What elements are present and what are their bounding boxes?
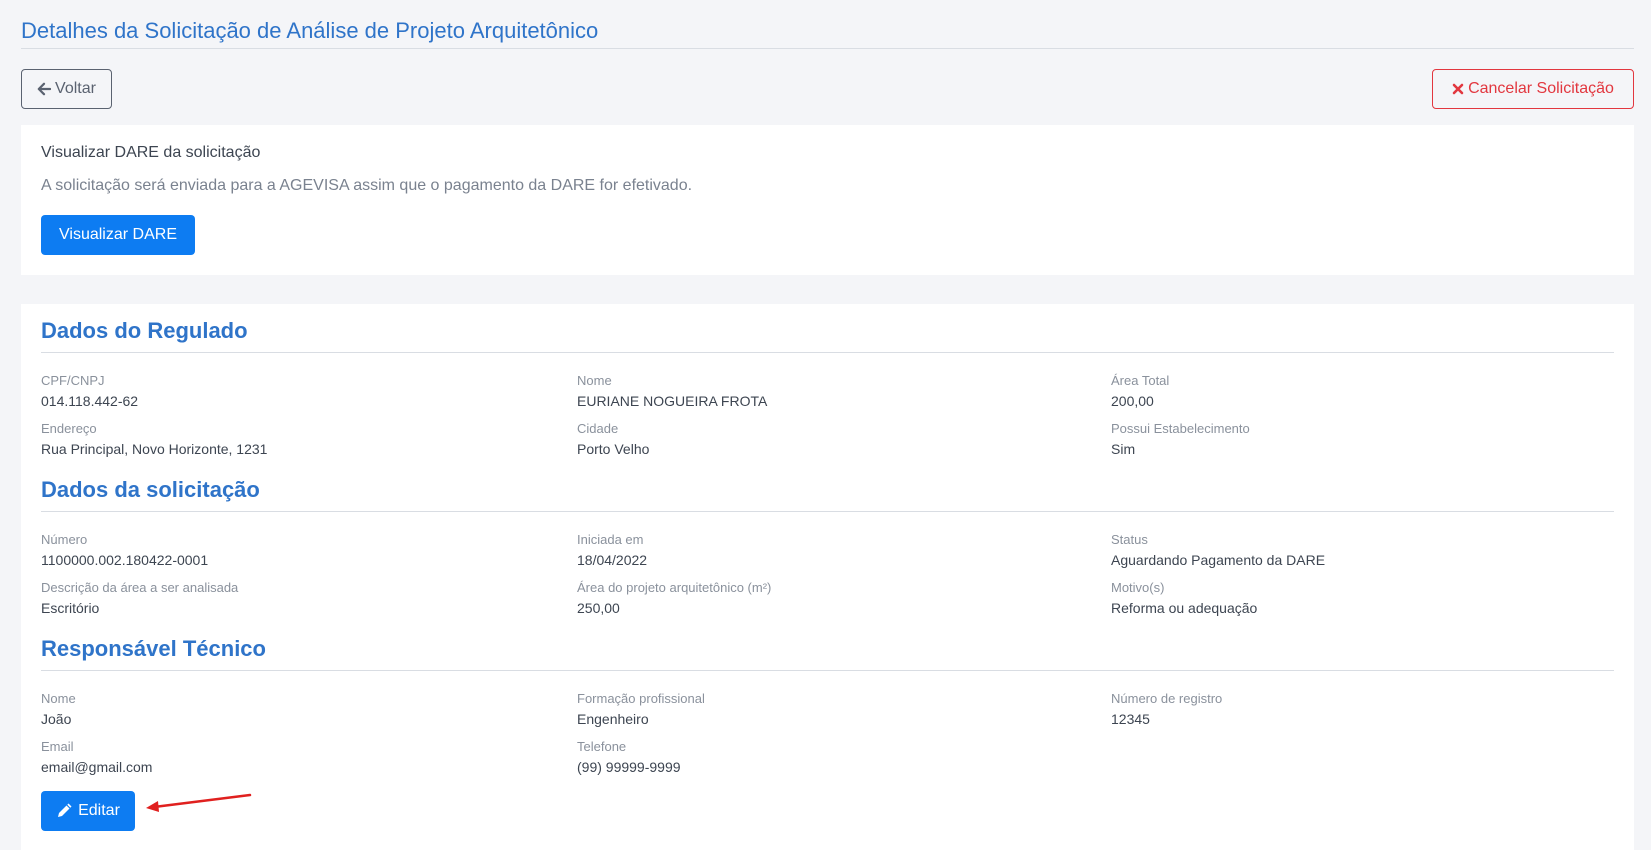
field-label: Número de registro: [1111, 691, 1223, 706]
section-divider: [41, 511, 1614, 512]
field-value: 014.118.442-62: [41, 393, 139, 409]
section-divider: [41, 670, 1614, 671]
field-label: Área do projeto arquitetônico (m²): [577, 580, 772, 595]
field-value: EURIANE NOGUEIRA FROTA: [577, 393, 768, 409]
field-label: Endereço: [41, 421, 97, 436]
field-formacao: Formação profissional Engenheiro: [577, 690, 1077, 728]
field-telefone: Telefone (99) 99999-9999: [577, 738, 1077, 776]
field-value: Rua Principal, Novo Horizonte, 1231: [41, 441, 268, 457]
close-icon: [1452, 83, 1464, 95]
cancel-request-button[interactable]: Cancelar Solicitação: [1432, 69, 1634, 109]
back-button[interactable]: Voltar: [21, 69, 112, 109]
field-value: 12345: [1111, 711, 1150, 727]
field-area-projeto: Área do projeto arquitetônico (m²) 250,0…: [577, 579, 1077, 617]
field-label: Status: [1111, 532, 1148, 547]
field-label: Nome: [577, 373, 612, 388]
field-value: Aguardando Pagamento da DARE: [1111, 552, 1326, 568]
page-title: Detalhes da Solicitação de Análise de Pr…: [21, 18, 599, 43]
field-email: Email email@gmail.com: [41, 738, 541, 776]
field-cidade: Cidade Porto Velho: [577, 420, 1077, 458]
field-value: 18/04/2022: [577, 552, 648, 568]
edit-button-label: Editar: [78, 802, 120, 819]
field-label: Formação profissional: [577, 691, 705, 706]
field-nome-regulado: Nome EURIANE NOGUEIRA FROTA: [577, 372, 1077, 410]
field-numero-registro: Número de registro 12345: [1111, 690, 1611, 728]
field-value: 1100000.002.180422-0001: [41, 552, 209, 568]
field-possui-estabelecimento: Possui Estabelecimento Sim: [1111, 420, 1611, 458]
field-label: Telefone: [577, 739, 627, 754]
cancel-request-label: Cancelar Solicitação: [1468, 80, 1614, 97]
field-label: Área Total: [1111, 373, 1170, 388]
field-value: Reforma ou adequação: [1111, 600, 1258, 616]
field-descricao-area: Descrição da área a ser analisada Escrit…: [41, 579, 541, 617]
field-area-total: Área Total 200,00: [1111, 372, 1611, 410]
field-value: Engenheiro: [577, 711, 649, 727]
section-title-regulado: Dados do Regulado: [41, 318, 248, 343]
field-status: Status Aguardando Pagamento da DARE: [1111, 531, 1611, 569]
field-value: 200,00: [1111, 393, 1154, 409]
back-button-label: Voltar: [55, 80, 96, 97]
dare-description: A solicitação será enviada para a AGEVIS…: [41, 177, 693, 194]
field-value: 250,00: [577, 600, 620, 616]
field-numero: Número 1100000.002.180422-0001: [41, 531, 541, 569]
field-label: Descrição da área a ser analisada: [41, 580, 239, 595]
arrow-left-icon: [37, 82, 52, 96]
annotation-arrow-icon: [146, 793, 252, 812]
field-iniciada-em: Iniciada em 18/04/2022: [577, 531, 1077, 569]
section-title-solicitacao: Dados da solicitação: [41, 477, 260, 502]
field-value: Porto Velho: [577, 441, 650, 457]
view-dare-button[interactable]: Visualizar DARE: [41, 215, 195, 255]
dare-heading: Visualizar DARE da solicitação: [41, 144, 261, 161]
page: Detalhes da Solicitação de Análise de Pr…: [0, 0, 1651, 850]
details-card: Dados do Regulado CPF/CNPJ 014.118.442-6…: [21, 304, 1634, 850]
section-divider: [41, 352, 1614, 353]
field-value: (99) 99999-9999: [577, 759, 681, 775]
field-value: email@gmail.com: [41, 759, 153, 775]
title-divider: [21, 48, 1634, 49]
field-label: Nome: [41, 691, 76, 706]
field-value: Escritório: [41, 600, 100, 616]
field-value: João: [41, 711, 72, 727]
edit-button[interactable]: Editar: [41, 791, 135, 831]
section-title-responsavel: Responsável Técnico: [41, 636, 266, 661]
field-label: Possui Estabelecimento: [1111, 421, 1250, 436]
field-value: Sim: [1111, 441, 1136, 457]
field-label: Cidade: [577, 421, 619, 436]
field-motivos: Motivo(s) Reforma ou adequação: [1111, 579, 1611, 617]
field-label: Email: [41, 739, 74, 754]
pencil-icon: [56, 803, 72, 819]
field-endereco: Endereço Rua Principal, Novo Horizonte, …: [41, 420, 541, 458]
field-cpf-cnpj: CPF/CNPJ 014.118.442-62: [41, 372, 541, 410]
field-label: Número: [41, 532, 88, 547]
field-label: Iniciada em: [577, 532, 644, 547]
dare-card: Visualizar DARE da solicitação A solicit…: [21, 125, 1634, 275]
field-nome-responsavel: Nome João: [41, 690, 541, 728]
field-label: CPF/CNPJ: [41, 373, 105, 388]
field-label: Motivo(s): [1111, 580, 1165, 595]
